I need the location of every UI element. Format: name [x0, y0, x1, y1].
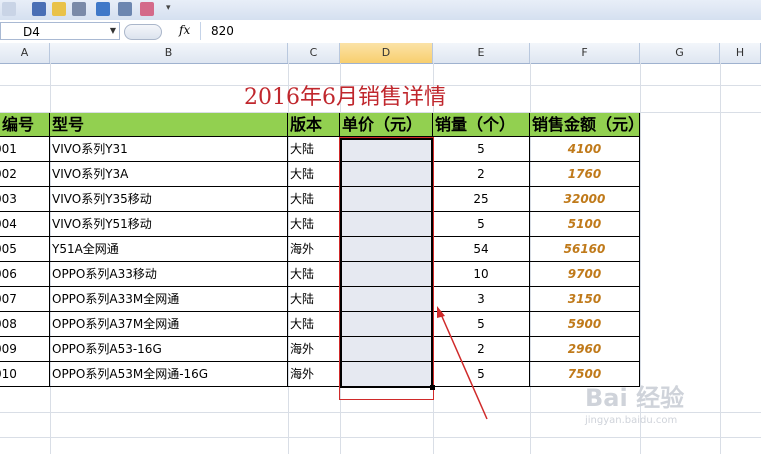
- cell-amount[interactable]: 9700: [530, 262, 640, 287]
- cell-quantity[interactable]: 5: [433, 212, 530, 237]
- name-box[interactable]: D4 ▼: [0, 22, 120, 40]
- cell-model[interactable]: Y51A全网通: [50, 237, 288, 262]
- quick-access-toolbar: ▾: [0, 0, 761, 21]
- cell-amount[interactable]: 4100: [530, 137, 640, 162]
- sheet-title[interactable]: 2016年6月销售详情: [0, 84, 690, 112]
- save-icon[interactable]: [32, 2, 46, 16]
- baidu-watermark-logo: Bai 经验 jingyan.baidu.com: [585, 378, 684, 426]
- cell-id[interactable]: 006: [0, 262, 50, 287]
- cell-id[interactable]: 001: [0, 137, 50, 162]
- cell-model[interactable]: VIVO系列Y51移动: [50, 212, 288, 237]
- watermark-url: jingyan.baidu.com: [585, 415, 678, 426]
- cell-version[interactable]: 大陆: [288, 162, 340, 187]
- cell-version[interactable]: 大陆: [288, 312, 340, 337]
- cell-version[interactable]: 大陆: [288, 287, 340, 312]
- cell-quantity[interactable]: 54: [433, 237, 530, 262]
- cell-id[interactable]: 005: [0, 237, 50, 262]
- cell-quantity[interactable]: 5: [433, 312, 530, 337]
- cell-amount[interactable]: 3150: [530, 287, 640, 312]
- cell-version[interactable]: 大陆: [288, 212, 340, 237]
- cell-amount[interactable]: 56160: [530, 237, 640, 262]
- cell-model[interactable]: VIVO系列Y31: [50, 137, 288, 162]
- header-id[interactable]: 编号: [0, 113, 50, 137]
- chart-icon[interactable]: [140, 2, 154, 16]
- header-model[interactable]: 型号: [50, 113, 288, 137]
- chevron-down-icon[interactable]: ▼: [110, 26, 116, 35]
- header-price[interactable]: 单价（元）: [340, 113, 433, 137]
- watermark-brand: Bai 经验: [585, 384, 685, 412]
- formula-input[interactable]: 820: [200, 22, 761, 40]
- column-headers: A B C D E F G H: [0, 43, 761, 64]
- open-icon[interactable]: [52, 2, 66, 16]
- print-preview-icon[interactable]: [72, 2, 86, 16]
- cell-amount[interactable]: 1760: [530, 162, 640, 187]
- customize-toolbar-icon[interactable]: ▾: [166, 3, 171, 13]
- formula-bar-resize-handle[interactable]: [124, 24, 162, 40]
- cell-id[interactable]: 007: [0, 287, 50, 312]
- column-header-e[interactable]: E: [433, 43, 530, 63]
- formula-input-value: 820: [211, 24, 234, 38]
- cell-model[interactable]: OPPO系列A33移动: [50, 262, 288, 287]
- cell-quantity[interactable]: 2: [433, 162, 530, 187]
- cell-id[interactable]: 003: [0, 187, 50, 212]
- cell-version[interactable]: 海外: [288, 362, 340, 387]
- cell-model[interactable]: OPPO系列A33M全网通: [50, 287, 288, 312]
- cell-version[interactable]: 大陆: [288, 262, 340, 287]
- column-header-g[interactable]: G: [640, 43, 720, 63]
- column-header-c[interactable]: C: [288, 43, 340, 63]
- cell-amount[interactable]: 5100: [530, 212, 640, 237]
- cell-version[interactable]: 大陆: [288, 187, 340, 212]
- sort-icon[interactable]: [118, 2, 132, 16]
- cell-quantity[interactable]: 25: [433, 187, 530, 212]
- cell-version[interactable]: 海外: [288, 237, 340, 262]
- cell-version[interactable]: 海外: [288, 337, 340, 362]
- cell-version[interactable]: 大陆: [288, 137, 340, 162]
- redo-icon[interactable]: [96, 2, 110, 16]
- annotation-red-box: [339, 137, 434, 400]
- header-version[interactable]: 版本: [288, 113, 340, 137]
- cell-amount[interactable]: 5900: [530, 312, 640, 337]
- cell-model[interactable]: OPPO系列A53M全网通-16G: [50, 362, 288, 387]
- name-box-value: D4: [23, 25, 40, 39]
- cell-id[interactable]: 008: [0, 312, 50, 337]
- formula-bar: D4 ▼ fx 820: [0, 20, 761, 44]
- cell-quantity[interactable]: 3: [433, 287, 530, 312]
- cell-id[interactable]: 010: [0, 362, 50, 387]
- cell-model[interactable]: VIVO系列Y35移动: [50, 187, 288, 212]
- cell-id[interactable]: 009: [0, 337, 50, 362]
- column-header-d[interactable]: D: [340, 43, 433, 63]
- insert-function-icon[interactable]: fx: [179, 23, 190, 37]
- cell-model[interactable]: OPPO系列A37M全网通: [50, 312, 288, 337]
- header-quantity[interactable]: 销量（个）: [433, 113, 530, 137]
- cell-model[interactable]: OPPO系列A53-16G: [50, 337, 288, 362]
- cell-quantity[interactable]: 2: [433, 337, 530, 362]
- cell-id[interactable]: 004: [0, 212, 50, 237]
- cell-quantity[interactable]: 10: [433, 262, 530, 287]
- column-header-h[interactable]: H: [720, 43, 761, 63]
- cell-amount[interactable]: 2960: [530, 337, 640, 362]
- formula-controls: fx: [124, 22, 200, 40]
- header-amount[interactable]: 销售金额（元）: [530, 113, 644, 137]
- cell-id[interactable]: 002: [0, 162, 50, 187]
- cell-model[interactable]: VIVO系列Y3A: [50, 162, 288, 187]
- fill-handle[interactable]: [430, 385, 435, 390]
- undo-icon[interactable]: [2, 2, 16, 16]
- cell-quantity[interactable]: 5: [433, 137, 530, 162]
- column-header-b[interactable]: B: [50, 43, 288, 63]
- column-header-f[interactable]: F: [530, 43, 640, 63]
- column-header-a[interactable]: A: [0, 43, 50, 63]
- cell-quantity[interactable]: 5: [433, 362, 530, 387]
- cell-amount[interactable]: 32000: [530, 187, 640, 212]
